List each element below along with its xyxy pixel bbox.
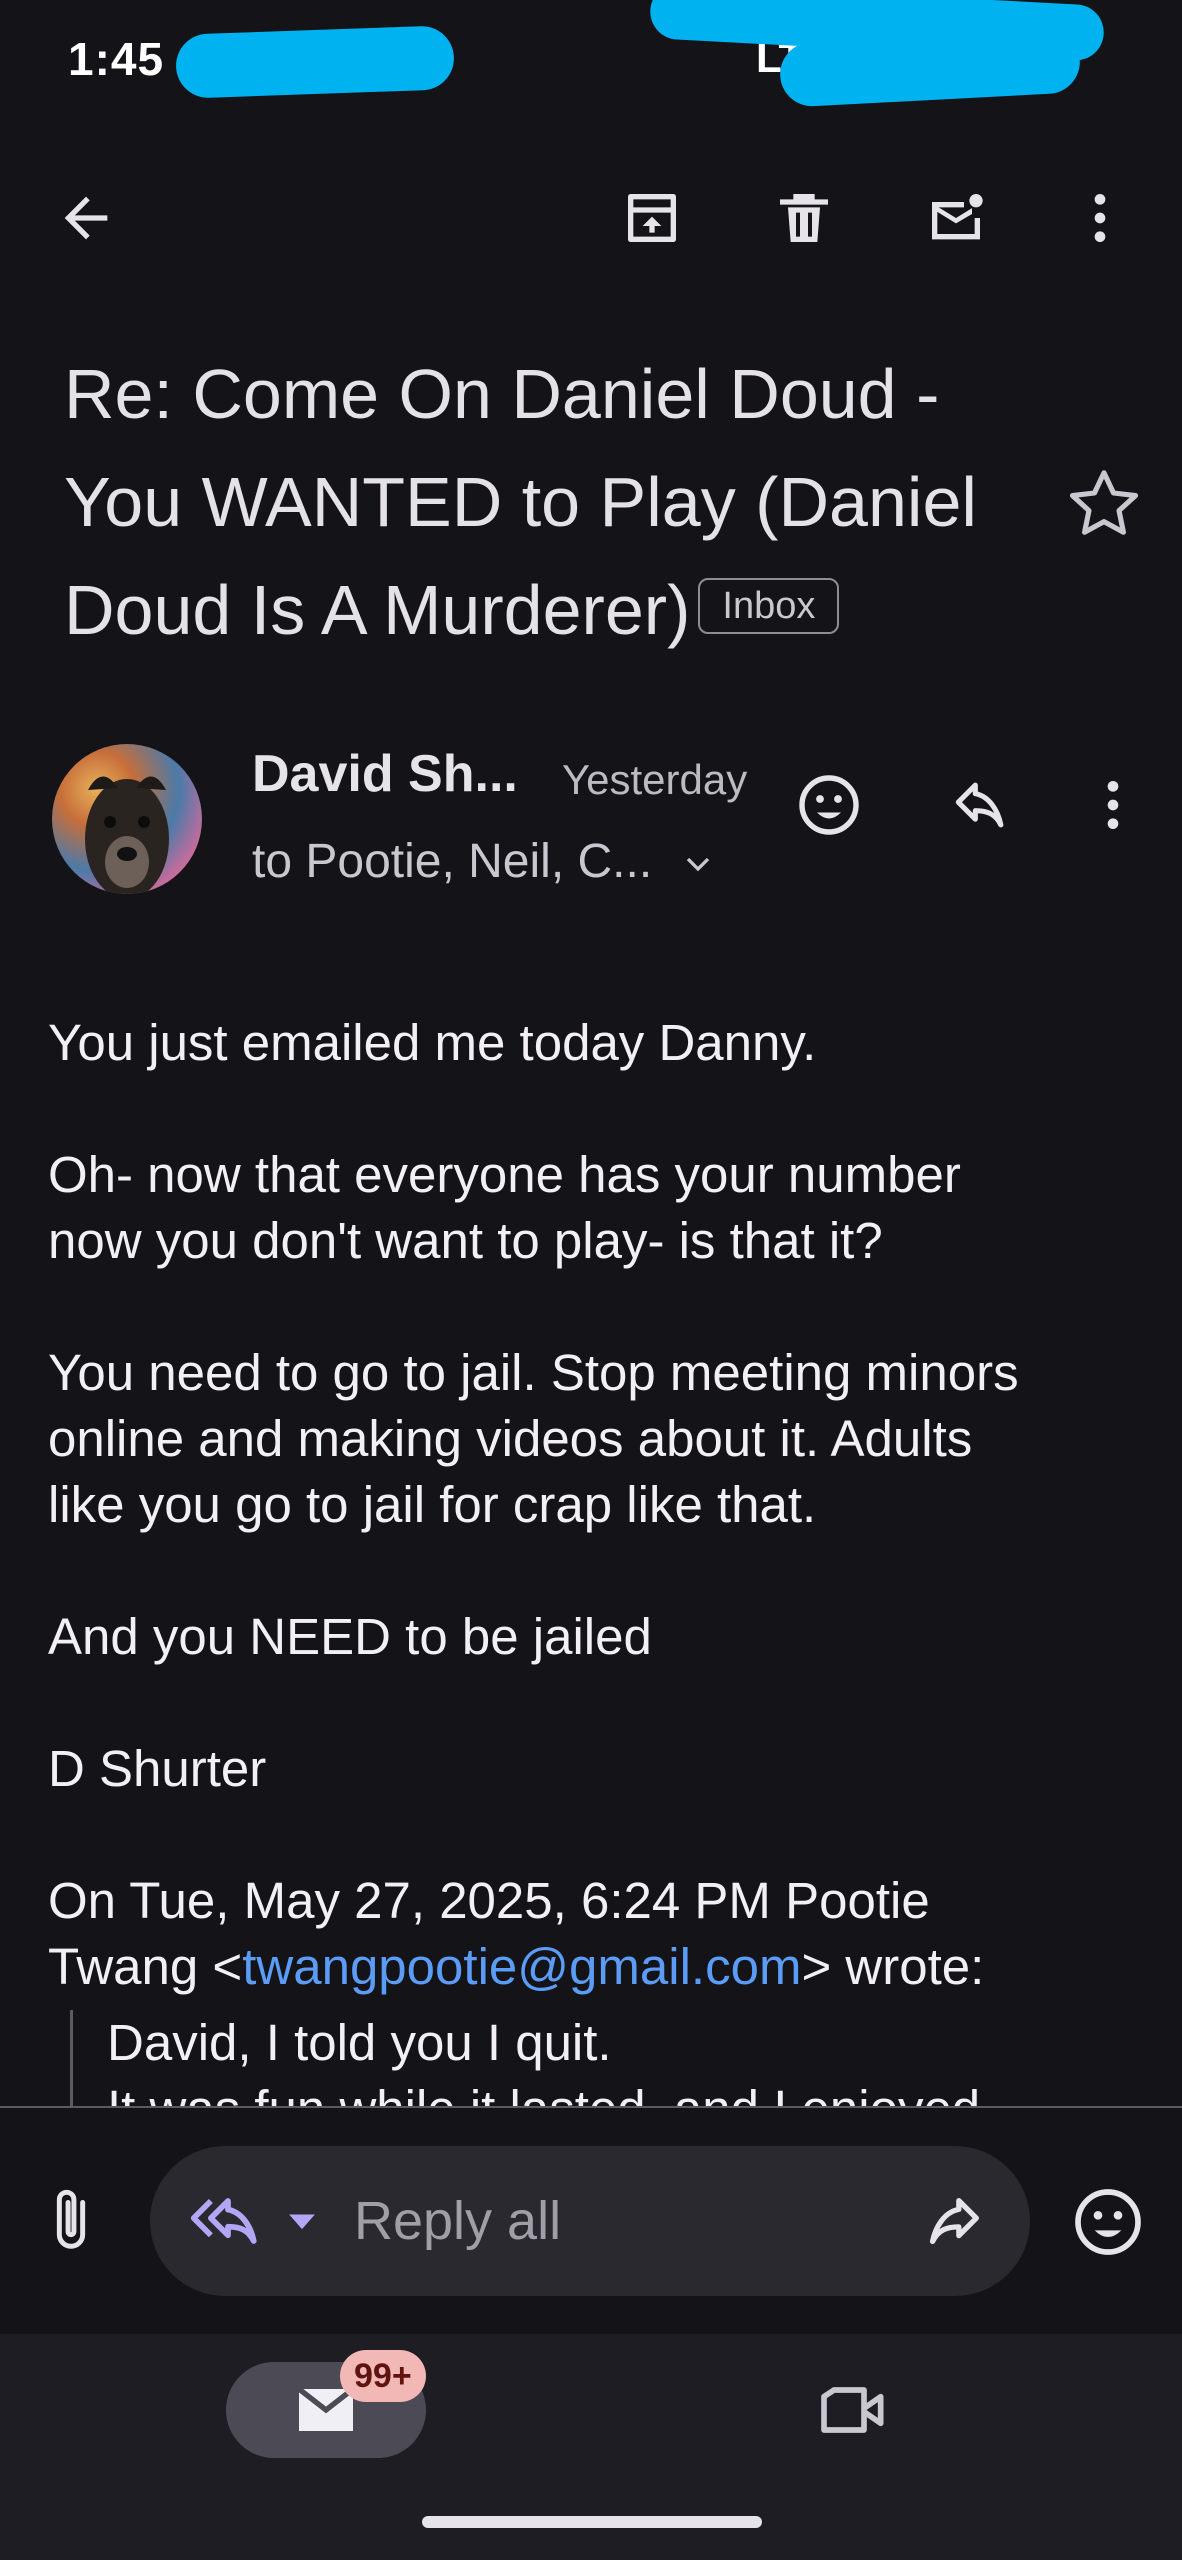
avatar-dog-photo [85,776,169,894]
quoted-line: It was fun while it lasted, and I enjoye… [107,2076,1150,2106]
body-paragraph: And you NEED to be jailed [48,1608,652,1665]
quoted-text[interactable]: David, I told you I quit. It was fun whi… [70,2010,1150,2106]
status-time: 1:45 [68,33,165,85]
star-icon[interactable] [1060,460,1148,548]
body-paragraph: Oh- now that everyone has your number no… [48,1146,961,1269]
quoted-line: David, I told you I quit. [107,2014,612,2071]
email-body: You just emailed me today Danny. Oh- now… [48,1010,1148,2000]
sender-name[interactable]: David Sh... [252,744,518,804]
reply-mode-dropdown-icon[interactable] [280,2198,324,2242]
forward-icon[interactable] [918,2186,988,2256]
recipients-text: to Pootie, Neil, C... [252,835,653,888]
message-more-icon[interactable] [1068,760,1158,850]
nav-meet-tab[interactable] [812,2370,896,2450]
quote-header: On Tue, May 27, 2025, 6:24 PM Pootie Twa… [48,1872,985,1995]
quoted-sender-email-link[interactable]: twangpootie@gmail.com [242,1938,801,1995]
recipients-summary[interactable]: to Pootie, Neil, C... [252,834,718,889]
attach-icon[interactable] [36,2180,106,2260]
reply-icon[interactable] [936,760,1026,850]
emoji-react-icon[interactable] [784,760,874,850]
emoji-icon[interactable] [1068,2182,1148,2262]
unread-count-badge: 99+ [340,2350,426,2402]
inbox-label-chip[interactable]: Inbox [698,577,840,634]
body-paragraph: D Shurter [48,1740,267,1797]
redaction-scribble [174,25,456,99]
gesture-handle [422,2516,762,2528]
email-subject: Re: Come On Daniel Doud - You WANTED to … [64,340,1024,664]
chevron-down-icon [686,858,709,872]
reply-all-icon[interactable] [188,2184,268,2258]
trash-icon[interactable] [756,170,852,266]
sender-avatar[interactable] [52,744,202,894]
sent-time: Yesterday [562,756,748,803]
more-vert-icon[interactable] [1052,170,1148,266]
subject-text: Re: Come On Daniel Doud - You WANTED to … [64,355,977,649]
reply-all-placeholder: Reply all [354,2191,562,2251]
divider [0,2106,1182,2108]
back-arrow-icon[interactable] [38,170,134,266]
mark-unread-icon[interactable] [908,170,1004,266]
video-camera-icon [821,2387,884,2433]
archive-icon[interactable] [604,170,700,266]
body-paragraph: You just emailed me today Danny. [48,1014,817,1071]
body-paragraph: You need to go to jail. Stop meeting min… [48,1344,1019,1533]
